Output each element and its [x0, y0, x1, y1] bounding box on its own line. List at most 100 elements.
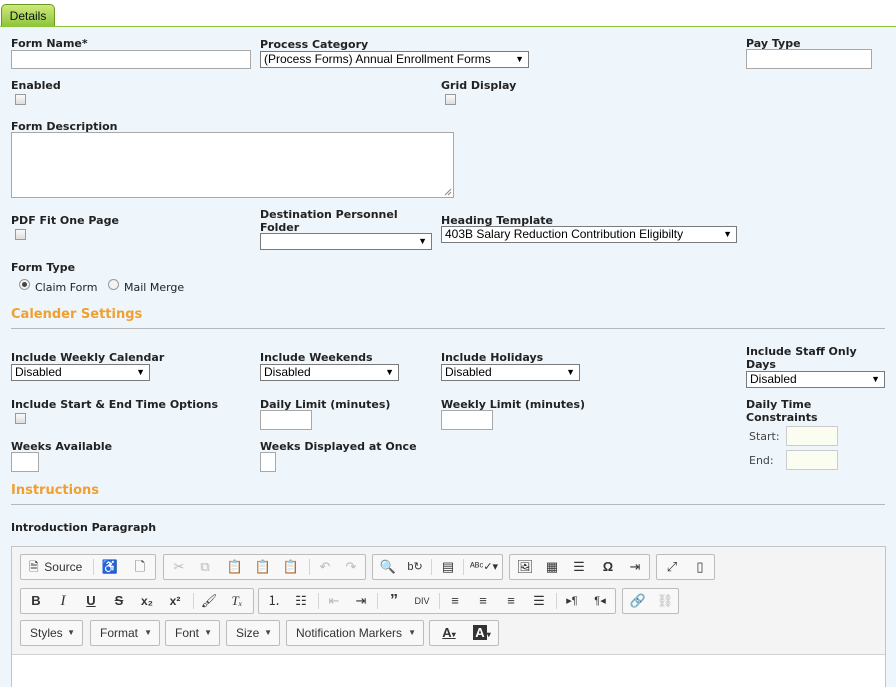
- weekends-label: Include Weekends: [260, 351, 373, 364]
- special-char-icon[interactable]: Ω: [595, 555, 621, 579]
- grid-display-checkbox[interactable]: [445, 94, 456, 105]
- copy-icon[interactable]: ⧉: [192, 555, 218, 579]
- spell-check-icon[interactable]: ᴬᴮᶜ✓▾: [467, 555, 501, 579]
- blockquote-icon[interactable]: ”: [381, 589, 407, 613]
- paste-icon[interactable]: 📋: [222, 555, 248, 579]
- heading-template-select[interactable]: 403B Salary Reduction Contribution Eligi…: [441, 226, 737, 243]
- daily-limit-input[interactable]: [260, 410, 312, 430]
- align-left-icon[interactable]: ≡: [442, 589, 468, 613]
- notification-markers-label: Notification Markers: [296, 626, 403, 640]
- toolbar-group-document: 🗎 Source ♿ 🗋: [20, 554, 156, 580]
- resize-handle-icon[interactable]: [444, 188, 452, 196]
- section-divider: [11, 328, 885, 329]
- accessibility-icon[interactable]: ♿: [97, 555, 123, 579]
- pdf-fit-checkbox[interactable]: [15, 229, 26, 240]
- editor-content-area[interactable]: [12, 654, 885, 688]
- justify-icon[interactable]: ☰: [526, 589, 552, 613]
- strikethrough-icon[interactable]: S: [106, 589, 132, 613]
- process-category-select[interactable]: (Process Forms) Annual Enrollment Forms …: [260, 51, 529, 68]
- end-time-input[interactable]: [786, 450, 838, 470]
- text-color-icon[interactable]: A▾: [433, 621, 465, 645]
- weekends-select[interactable]: Disabled ▼: [260, 364, 399, 381]
- redo-icon[interactable]: ↷: [338, 555, 364, 579]
- chevron-down-icon: ▼: [136, 367, 145, 377]
- staff-only-label-2: Days: [746, 358, 776, 371]
- italic-icon[interactable]: I: [50, 589, 76, 613]
- enabled-label: Enabled: [11, 79, 61, 92]
- source-button[interactable]: 🗎 Source: [23, 555, 91, 579]
- start-end-checkbox[interactable]: [15, 413, 26, 424]
- calendar-settings-heading: Calender Settings: [11, 307, 143, 322]
- form-name-input[interactable]: [11, 50, 251, 69]
- chevron-down-icon: ▼: [385, 367, 394, 377]
- copy-format-icon[interactable]: 🖌: [196, 589, 222, 613]
- paste-text-icon[interactable]: 📋: [250, 555, 276, 579]
- enabled-checkbox[interactable]: [15, 94, 26, 105]
- table-icon[interactable]: ▦: [539, 555, 565, 579]
- destination-folder-label-1: Destination Personnel: [260, 208, 398, 221]
- staff-only-select[interactable]: Disabled ▼: [746, 371, 885, 388]
- page-break-icon[interactable]: ⇥: [622, 555, 648, 579]
- subscript-icon[interactable]: x₂: [134, 589, 160, 613]
- form-description-textarea[interactable]: [11, 132, 454, 198]
- notification-markers-dropdown[interactable]: Notification Markers ▼: [286, 620, 424, 646]
- unlink-icon[interactable]: ⛓: [652, 589, 678, 613]
- find-icon[interactable]: 🔍: [375, 555, 401, 579]
- replace-icon[interactable]: b↻: [402, 555, 428, 579]
- cut-icon[interactable]: ✂: [166, 555, 192, 579]
- destination-folder-select[interactable]: ▼: [260, 233, 432, 250]
- toolbar-group-basicstyles: B I U S x₂ x² 🖌 Tₓ: [20, 588, 254, 614]
- claim-form-radio[interactable]: [19, 279, 30, 290]
- mail-merge-radio[interactable]: [108, 279, 119, 290]
- horizontal-line-icon[interactable]: ☰: [566, 555, 592, 579]
- styles-dropdown[interactable]: Styles ▼: [20, 620, 83, 646]
- weekends-value: Disabled: [264, 365, 311, 379]
- pdf-fit-label: PDF Fit One Page: [11, 214, 119, 227]
- paste-word-icon[interactable]: 📋: [278, 555, 304, 579]
- chevron-down-icon: ▼: [871, 374, 880, 384]
- staff-only-label-1: Include Staff Only: [746, 345, 857, 358]
- select-all-icon[interactable]: ▤: [435, 555, 461, 579]
- separator: [377, 593, 378, 609]
- start-time-input[interactable]: [786, 426, 838, 446]
- chevron-down-icon: ▼: [566, 367, 575, 377]
- outdent-icon[interactable]: ⇤: [321, 589, 347, 613]
- new-page-icon[interactable]: 🗋: [127, 555, 153, 579]
- underline-icon[interactable]: U: [78, 589, 104, 613]
- toolbar-group-insert: 🖼 ▦ ☰ Ω ⇥: [509, 554, 650, 580]
- bulleted-list-icon[interactable]: ☷: [288, 589, 314, 613]
- remove-format-icon[interactable]: Tₓ: [224, 589, 250, 613]
- holidays-select[interactable]: Disabled ▼: [441, 364, 580, 381]
- weekly-limit-input[interactable]: [441, 410, 493, 430]
- maximize-icon[interactable]: ⤢: [659, 555, 685, 579]
- undo-icon[interactable]: ↶: [312, 555, 338, 579]
- process-category-label: Process Category: [260, 38, 369, 51]
- link-icon[interactable]: 🔗: [625, 589, 651, 613]
- rtl-icon[interactable]: ¶◂: [587, 589, 613, 613]
- align-right-icon[interactable]: ≡: [498, 589, 524, 613]
- bold-icon[interactable]: B: [23, 589, 49, 613]
- weeks-displayed-input[interactable]: [260, 452, 276, 472]
- background-color-icon[interactable]: A ▾: [466, 621, 498, 645]
- font-dropdown[interactable]: Font ▼: [165, 620, 220, 646]
- ltr-icon[interactable]: ▸¶: [559, 589, 585, 613]
- size-dropdown[interactable]: Size ▼: [226, 620, 280, 646]
- chevron-down-icon: ▼: [723, 229, 732, 239]
- weeks-available-input[interactable]: [11, 452, 39, 472]
- section-divider: [11, 504, 885, 505]
- show-blocks-icon[interactable]: ▯: [687, 555, 713, 579]
- size-label: Size: [236, 626, 260, 640]
- numbered-list-icon[interactable]: ⒈: [261, 589, 287, 613]
- claim-form-label: Claim Form: [35, 281, 98, 294]
- start-time-label: Start:: [749, 430, 780, 443]
- superscript-icon[interactable]: x²: [162, 589, 188, 613]
- form-type-label: Form Type: [11, 261, 76, 274]
- align-center-icon[interactable]: ≡: [470, 589, 496, 613]
- create-div-icon[interactable]: DIV: [409, 589, 435, 613]
- tab-details[interactable]: Details: [1, 4, 55, 27]
- format-dropdown[interactable]: Format ▼: [90, 620, 160, 646]
- indent-icon[interactable]: ⇥: [348, 589, 374, 613]
- pay-type-input[interactable]: [746, 49, 872, 69]
- weekly-calendar-select[interactable]: Disabled ▼: [11, 364, 150, 381]
- image-icon[interactable]: 🖼: [512, 555, 538, 579]
